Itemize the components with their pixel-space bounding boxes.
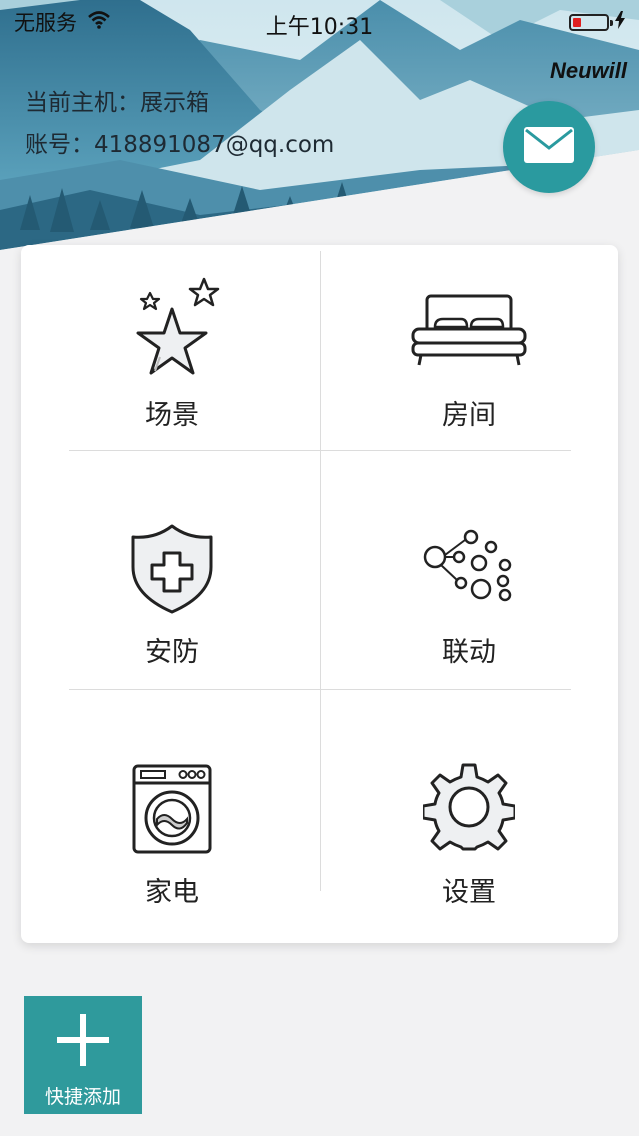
menu-item-settings[interactable]: 设置 [321,705,617,935]
bed-icon [321,293,617,369]
quick-add-button[interactable]: 快捷添加 [24,996,142,1114]
menu-item-appliance[interactable]: 家电 [24,705,320,935]
washing-machine-icon [24,763,320,855]
menu-item-security[interactable]: 安防 [24,465,320,695]
host-info: 当前主机：展示箱 账号：418891087@qq.com [25,82,334,166]
current-host-label: 当前主机：展示箱 [25,90,209,116]
function-menu: 场景 房间 安防 联动 家电 设置 [21,245,618,943]
menu-item-label: 安防 [145,637,199,668]
menu-item-label: 联动 [442,637,496,668]
plus-icon [24,1014,142,1066]
menu-item-room[interactable]: 房间 [321,245,617,475]
menu-item-label: 家电 [145,877,199,908]
message-button[interactable] [503,101,595,193]
link-icon [321,529,617,609]
brand-logo: Neuwill [549,58,627,83]
menu-item-label: 设置 [442,877,496,908]
shield-icon [24,523,320,615]
account-label: 账号：418891087@qq.com [25,132,335,158]
menu-item-label: 场景 [145,400,199,431]
battery-icon [569,13,613,31]
menu-item-scene[interactable]: 场景 [24,245,320,475]
star-icon [24,275,320,385]
gear-icon [321,763,617,855]
status-time: 上午10:31 [265,15,374,40]
quick-add-label: 快捷添加 [44,1086,121,1108]
mail-icon [523,126,575,168]
menu-item-label: 房间 [442,400,496,431]
menu-item-linkage[interactable]: 联动 [321,465,617,695]
status-bar: 无服务 上午10:31 [0,0,639,44]
